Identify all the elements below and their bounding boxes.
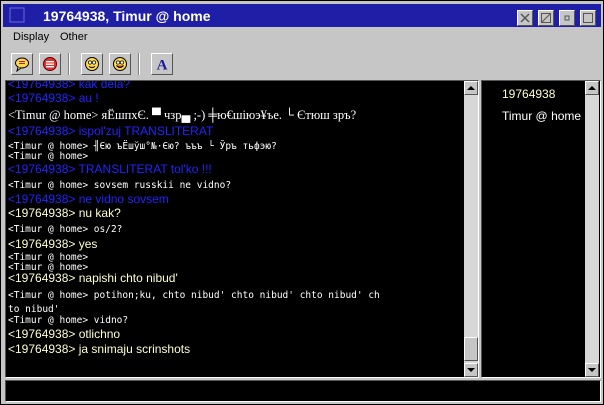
chat-message: <19764938> ispol'zuj TRANSLITERAT	[8, 124, 214, 138]
face-button[interactable]	[81, 53, 103, 75]
chat-message: <19764938> otlichno	[8, 327, 121, 341]
app-icon	[9, 7, 25, 23]
toolbar: A	[3, 49, 601, 79]
chat-vertical-scrollbar[interactable]	[464, 81, 478, 377]
user-list-scrollbar[interactable]	[585, 81, 599, 377]
font-button[interactable]: A	[151, 53, 173, 75]
chat-message: <19764938> au !	[8, 91, 99, 105]
chat-log[interactable]: <19764938> kak dela? <19764938> au ! <Timu…	[8, 81, 466, 377]
minimize-icon[interactable]	[559, 10, 575, 26]
face-smile-icon	[113, 57, 127, 71]
user-list-item[interactable]: Timur @ home	[502, 109, 581, 123]
message-input[interactable]	[6, 381, 600, 401]
chat-message: <19764938> TRANSLITERAT tol'ko !!!	[8, 162, 212, 176]
menu-display[interactable]: Display	[13, 31, 49, 43]
chat-message: <19764938> yes	[8, 237, 98, 251]
chat-message: <Timur @ home> sovsem russkii ne vidno?	[8, 180, 232, 191]
chat-message: <19764938> ne vidno sovsem	[8, 192, 169, 206]
menu-other[interactable]: Other	[60, 31, 88, 43]
chat-message: <19764938> napishi chto nibud'	[8, 271, 178, 285]
toolbar-separator	[138, 53, 140, 75]
title-bar[interactable]: 19764938, Timur @ home	[3, 4, 601, 27]
chevron-down-icon	[467, 368, 475, 372]
chat-window: 19764938, Timur @ home Display Other A <…	[0, 0, 604, 405]
chat-message: <Timur @ home> vidno?	[8, 315, 129, 326]
maximize-icon[interactable]	[580, 10, 596, 26]
chat-message: <Timur @ home> яЁшпхЄ. ▀ чзр▄ ;-) ╪ю€шiю…	[8, 108, 357, 122]
user-list-item[interactable]: 19764938	[502, 87, 555, 101]
menu-bar: Display Other	[3, 29, 601, 47]
face-smile-button[interactable]	[109, 53, 131, 75]
chevron-up-icon	[467, 86, 475, 90]
stop-button[interactable]	[39, 53, 61, 75]
message-icon	[15, 57, 29, 72]
chevron-down-icon	[588, 368, 596, 372]
restore-icon[interactable]	[538, 10, 554, 26]
window-title: 19764938, Timur @ home	[43, 8, 211, 24]
message-button[interactable]	[11, 53, 33, 75]
chat-message: <Timur @ home> potihon;ku, chto nibud' c…	[8, 290, 380, 301]
chevron-up-icon	[588, 86, 596, 90]
chat-message: <19764938> ja snimaju scrinshots	[8, 342, 191, 356]
font-icon: A	[157, 58, 168, 73]
svg-text:A: A	[157, 58, 168, 73]
close-icon[interactable]	[517, 10, 533, 26]
scroll-up-arrow[interactable]	[585, 81, 599, 95]
chat-message: <19764938> kak dela?	[8, 81, 131, 91]
user-list: 19764938 Timur @ home	[481, 80, 601, 378]
scroll-up-arrow[interactable]	[464, 81, 478, 95]
chat-log-frame: <19764938> kak dela? <19764938> au ! <Timu…	[5, 80, 479, 378]
scroll-thumb[interactable]	[464, 337, 478, 361]
chat-message: <19764938> nu kak?	[8, 206, 121, 220]
scroll-down-arrow[interactable]	[585, 363, 599, 377]
scroll-down-arrow[interactable]	[464, 363, 478, 377]
stop-icon	[43, 57, 57, 71]
face-icon	[85, 57, 99, 71]
message-input-frame	[5, 380, 601, 402]
toolbar-separator	[68, 53, 70, 75]
chat-message: <Timur @ home> os/2?	[8, 224, 123, 235]
